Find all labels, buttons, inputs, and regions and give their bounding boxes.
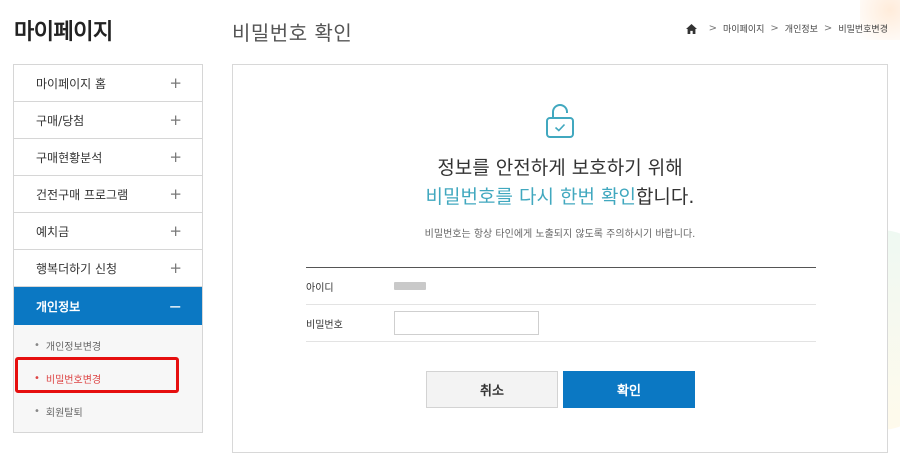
- id-label: 아이디: [306, 282, 334, 294]
- sidebar-item-label: 구매현황분석: [36, 150, 103, 165]
- sidebar-item-deposit[interactable]: 예치금 +: [14, 213, 202, 250]
- password-confirm-card: 정보를 안전하게 보호하기 위해 비밀번호를 다시 한번 확인합니다. 비밀번호…: [232, 64, 888, 453]
- confirm-button[interactable]: 확인: [563, 371, 695, 408]
- submenu-item-edit-info[interactable]: • 개인정보변경: [14, 329, 202, 362]
- plus-icon: +: [169, 74, 182, 92]
- plus-icon: +: [169, 259, 182, 277]
- submenu-item-label: 회원탈퇴: [45, 408, 83, 419]
- minus-icon: −: [168, 296, 182, 316]
- headline-accent: 비밀번호를 다시 한번 확인: [425, 186, 636, 208]
- sidebar-item-label: 구매/당첨: [36, 113, 85, 128]
- sidebar-item-label: 마이페이지 홈: [36, 76, 107, 91]
- home-icon[interactable]: [685, 23, 697, 34]
- breadcrumb-separator: >: [823, 23, 833, 34]
- password-input[interactable]: [394, 311, 539, 335]
- bullet-icon: •: [34, 373, 40, 384]
- headline-line-2: 비밀번호를 다시 한번 확인합니다.: [233, 182, 887, 209]
- breadcrumb-separator: >: [770, 23, 779, 34]
- breadcrumb-item-change-password: 비밀번호변경: [838, 25, 888, 35]
- sidebar-item-label: 예치금: [36, 224, 70, 239]
- id-row: 아이디: [306, 268, 816, 305]
- sidebar-item-label: 건전구매 프로그램: [36, 187, 129, 202]
- page-title: 비밀번호 확인: [232, 21, 353, 45]
- breadcrumb: > 마이페이지 > 개인정보 > 비밀번호변경: [685, 22, 888, 35]
- sidebar-item-mypage-home[interactable]: 마이페이지 홈 +: [14, 65, 202, 102]
- submenu-item-label: 개인정보변경: [45, 342, 102, 353]
- sidebar-item-healthy-program[interactable]: 건전구매 프로그램 +: [14, 176, 202, 213]
- sidebar-item-label: 행복더하기 신청: [36, 261, 118, 276]
- plus-icon: +: [169, 185, 182, 203]
- submenu-item-change-password[interactable]: • 비밀번호변경: [14, 362, 202, 395]
- headline-rest: 합니다.: [635, 186, 695, 208]
- sidebar-item-purchase-analysis[interactable]: 구매현황분석 +: [14, 139, 202, 176]
- plus-icon: +: [169, 222, 182, 240]
- sidebar-item-label: 개인정보: [36, 299, 81, 314]
- bullet-icon: •: [34, 406, 40, 417]
- sidebar-menu: 마이페이지 홈 + 구매/당첨 + 구매현황분석 + 건전구매 프로그램 + 예…: [13, 64, 203, 433]
- password-label: 비밀번호: [306, 319, 343, 331]
- security-notice: 비밀번호는 항상 타인에게 노출되지 않도록 주의하시기 바랍니다.: [424, 229, 696, 240]
- sidebar-item-purchase-win[interactable]: 구매/당첨 +: [14, 102, 202, 139]
- masked-id-value: [394, 282, 426, 290]
- sidebar-submenu: • 개인정보변경 • 비밀번호변경 • 회원탈퇴: [14, 325, 202, 433]
- bullet-icon: •: [34, 340, 40, 351]
- submenu-item-withdraw[interactable]: • 회원탈퇴: [14, 395, 202, 428]
- headline-line-1: 정보를 안전하게 보호하기 위해: [437, 157, 683, 179]
- plus-icon: +: [169, 111, 182, 129]
- sidebar-item-personal-info[interactable]: 개인정보 −: [14, 287, 202, 325]
- breadcrumb-item-personal-info[interactable]: 개인정보: [785, 22, 818, 35]
- sidebar-title: 마이페이지: [14, 20, 113, 45]
- submenu-item-label: 비밀번호변경: [45, 375, 102, 386]
- lock-check-icon: [546, 104, 574, 138]
- breadcrumb-item-mypage[interactable]: 마이페이지: [723, 22, 764, 35]
- breadcrumb-separator: >: [708, 23, 717, 34]
- sidebar-item-happiness-apply[interactable]: 행복더하기 신청 +: [14, 250, 202, 287]
- password-row: 비밀번호: [306, 305, 816, 342]
- plus-icon: +: [169, 148, 182, 166]
- password-form: 아이디 비밀번호: [306, 267, 816, 342]
- cancel-button[interactable]: 취소: [426, 371, 558, 408]
